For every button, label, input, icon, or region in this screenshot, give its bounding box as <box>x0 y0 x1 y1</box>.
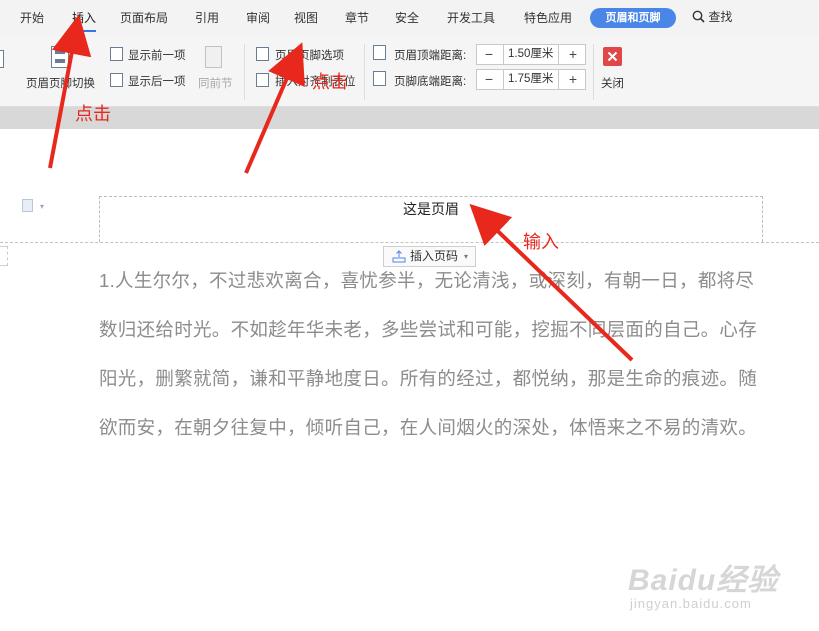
baidu-watermark-logo: Baidu经验 <box>628 564 779 597</box>
annotation-input: 输入 <box>523 232 559 252</box>
annotation-click-1: 点击 <box>75 104 111 124</box>
annotation-click-2: 点击 <box>312 72 348 92</box>
baidu-watermark-url: jingyan.baidu.com <box>630 596 752 611</box>
arrow-to-insert-tab <box>48 14 92 169</box>
annotation-layer <box>48 14 634 362</box>
arrow-to-options <box>244 42 305 174</box>
